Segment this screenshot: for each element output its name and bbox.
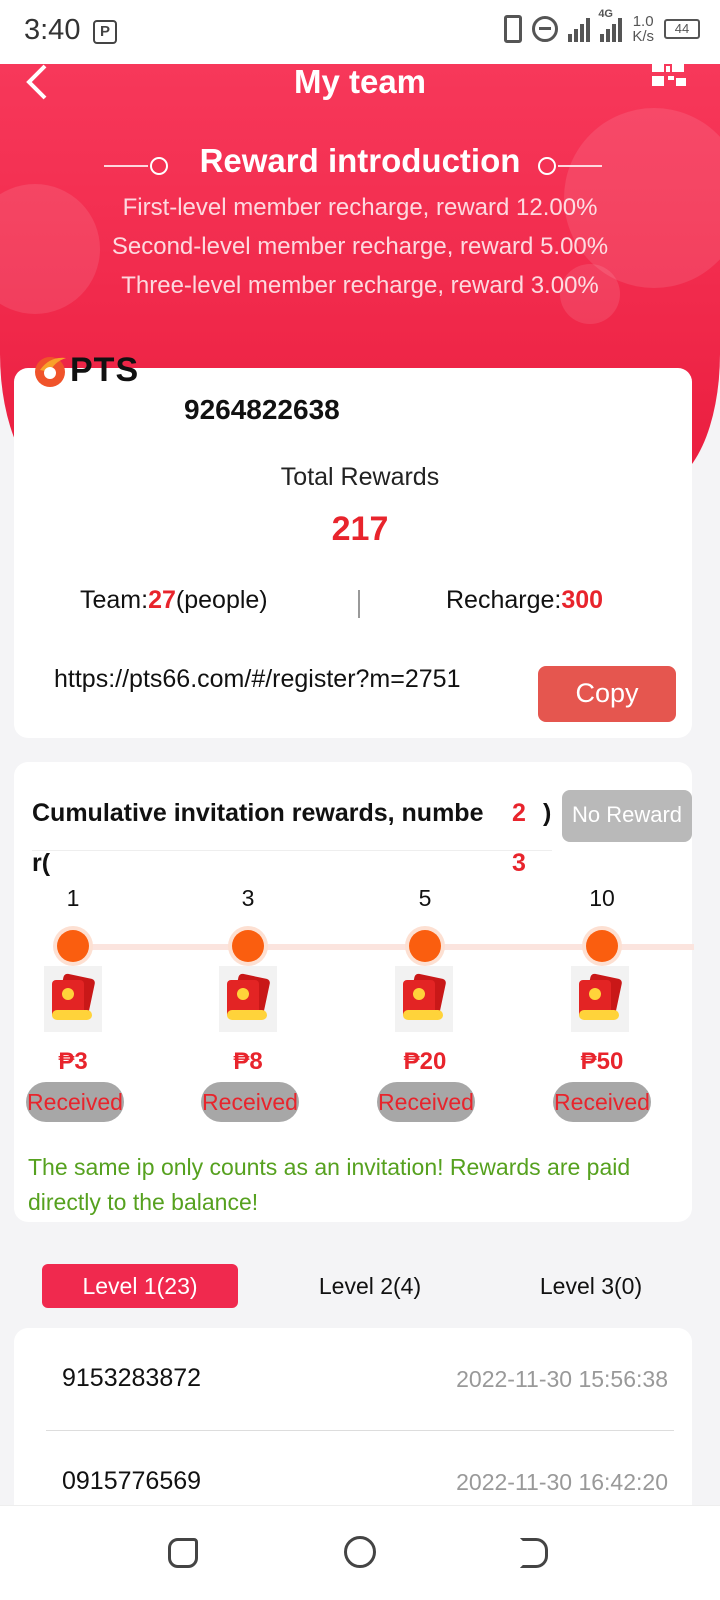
milestone-status: Received: [201, 1082, 299, 1122]
milestone-dot: [586, 930, 618, 962]
milestone-count: 10: [589, 885, 615, 911]
user-id: 9264822638: [184, 394, 340, 425]
red-envelope-icon: [395, 966, 453, 1032]
team-stat: Team:27(people): [80, 586, 268, 615]
milestone-dot: [57, 930, 89, 962]
row-divider: [46, 1430, 674, 1431]
invitation-title-cont: r(: [32, 849, 51, 877]
total-rewards-value: 217: [331, 510, 389, 548]
tab-level-3[interactable]: Level 3(0): [496, 1264, 686, 1308]
pts-logo-icon: [35, 357, 66, 387]
member-join-time: 2022-11-30 15:56:38: [456, 1366, 668, 1392]
no-reward-button[interactable]: No Reward: [562, 790, 692, 842]
milestone-dot: [232, 930, 264, 962]
recharge-label: Recharge:: [446, 586, 562, 614]
milestone-amount: ₱3: [58, 1048, 88, 1075]
team-suffix: (people): [175, 586, 268, 614]
qr-code-button[interactable]: [652, 64, 686, 86]
total-rewards-label: Total Rewards: [280, 463, 440, 491]
invitation-count-secondary: 3: [512, 849, 526, 877]
divider: [32, 850, 552, 851]
invitation-title: Cumulative invitation rewards, numbe: [32, 799, 484, 827]
reward-rule-1: First-level member recharge, reward 12.0…: [122, 194, 598, 221]
net-speed-unit: K/s: [632, 28, 654, 45]
red-envelope-icon: [219, 966, 277, 1032]
milestone-status: Received: [553, 1082, 651, 1122]
vibrate-icon: [504, 15, 523, 43]
decor-line: [558, 165, 602, 167]
decor-circle: [538, 157, 556, 175]
milestone-amount: ₱50: [580, 1048, 624, 1075]
stat-divider: [358, 590, 360, 618]
milestone-count: 1: [66, 885, 80, 911]
team-label: Team:: [80, 586, 149, 614]
milestone-status: Received: [377, 1082, 475, 1122]
battery-icon: 44: [664, 19, 700, 39]
milestone-count: 5: [418, 885, 432, 911]
signal-4g-icon: 4G: [598, 8, 623, 42]
milestone-count: 3: [241, 885, 255, 911]
invite-link: https://pts66.com/#/register?m=2751: [54, 665, 461, 693]
status-bar: 3:40 P 4G 1.0 K/s 44: [0, 0, 720, 64]
milestone-amount: ₱8: [233, 1048, 263, 1075]
qr-code-icon: [652, 64, 686, 86]
net-speed: 1.0 K/s: [632, 14, 654, 44]
net-speed-value: 1.0: [632, 13, 654, 30]
copy-link-button[interactable]: Copy: [538, 666, 676, 722]
milestone-status: Received: [26, 1082, 124, 1122]
signal-icon: [568, 16, 591, 42]
milestone-amount: ₱20: [403, 1048, 447, 1075]
do-not-disturb-icon: [532, 16, 559, 42]
reward-intro-heading: Reward introduction: [199, 142, 521, 179]
page-title: My team: [293, 64, 427, 100]
invitation-title-close: ): [543, 799, 552, 827]
team-count: 27: [148, 586, 176, 614]
member-join-time: 2022-11-30 16:42:20: [456, 1469, 668, 1495]
recharge-stat: Recharge:300: [446, 586, 603, 615]
milestone-dot: [409, 930, 441, 962]
recent-apps-button[interactable]: [168, 1538, 198, 1568]
network-type-label: 4G: [598, 8, 613, 20]
status-time: 3:40: [24, 14, 81, 46]
invitation-count: 2: [512, 799, 526, 827]
system-nav-bar: [0, 1505, 720, 1600]
app-notification-icon: P: [93, 20, 117, 44]
brand-logo: PTS: [30, 350, 139, 390]
member-phone: 0915776569: [62, 1467, 202, 1495]
app-screen: 3:40 P 4G 1.0 K/s 44 My team Reward intr…: [0, 0, 720, 1600]
tab-level-1[interactable]: Level 1(23): [42, 1264, 238, 1308]
reward-rule-2: Second-level member recharge, reward 5.0…: [111, 233, 609, 260]
brand-logo-text: PTS: [70, 350, 140, 389]
home-button[interactable]: [344, 1536, 376, 1568]
red-envelope-icon: [571, 966, 629, 1032]
status-icons: 4G 1.0 K/s 44: [504, 8, 700, 44]
invitation-note: The same ip only counts as an invitation…: [28, 1154, 631, 1215]
red-envelope-icon: [44, 966, 102, 1032]
reward-rule-3: Three-level member recharge, reward 3.00…: [121, 272, 599, 299]
recharge-value: 300: [561, 586, 604, 614]
member-list: [14, 1328, 692, 1528]
back-nav-button[interactable]: [520, 1538, 548, 1568]
tab-level-2[interactable]: Level 2(4): [280, 1264, 460, 1308]
member-phone: 9153283872: [62, 1364, 202, 1392]
